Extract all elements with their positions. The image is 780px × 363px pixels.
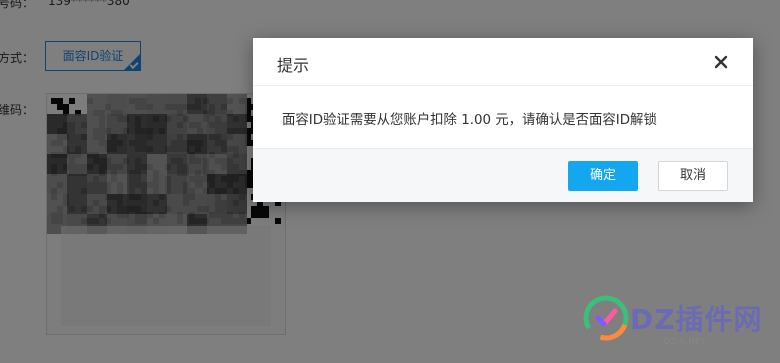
dialog-message: 面容ID验证需要从您账户扣除 1.00 元，请确认是否面容ID解锁 [282,113,657,128]
confirm-dialog: 提示 面容ID验证需要从您账户扣除 1.00 元，请确认是否面容ID解锁 确定 … [253,38,753,202]
watermark-url: DZ-X.NET [664,337,706,346]
watermark-text: DZ插件网 [630,303,763,336]
watermark: DZ插件网 DZ-X.NET [582,292,772,352]
dialog-title: 提示 [277,56,310,75]
dialog-footer: 确定 取消 [253,148,753,202]
close-icon[interactable] [711,52,731,72]
confirm-button[interactable]: 确定 [568,161,638,191]
cancel-button[interactable]: 取消 [658,161,728,191]
dialog-header: 提示 [253,38,753,86]
dz-logo-icon [583,295,629,341]
dialog-body: 面容ID验证需要从您账户扣除 1.00 元，请确认是否面容ID解锁 [253,86,753,148]
